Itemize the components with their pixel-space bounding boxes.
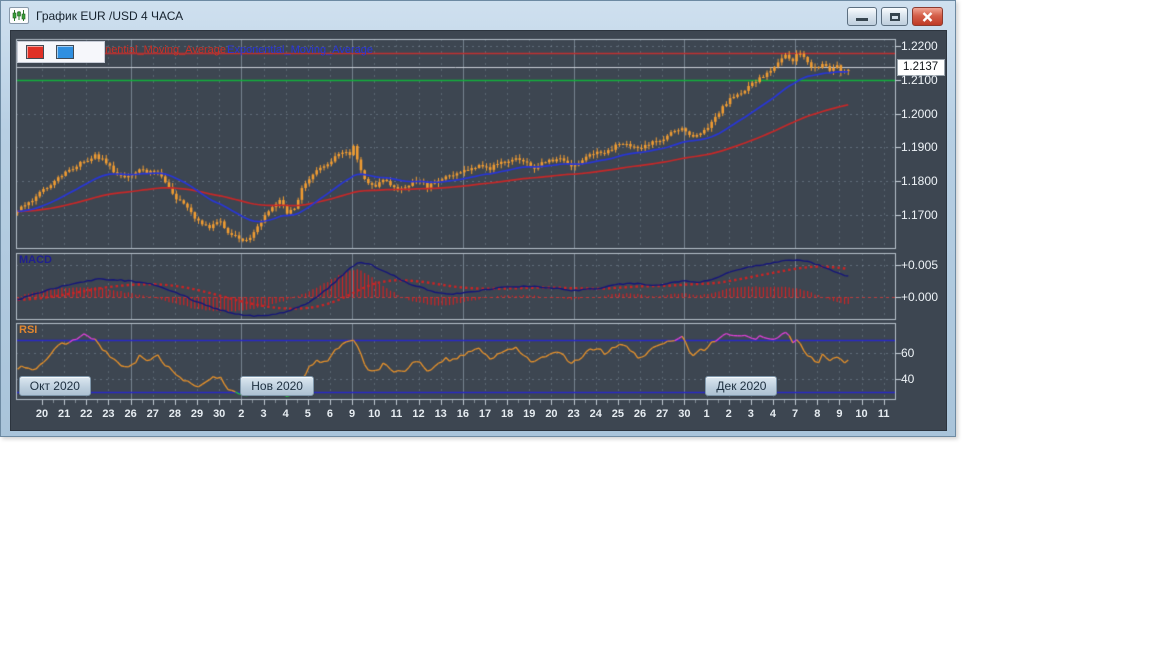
window-controls [847,7,943,26]
close-button[interactable] [912,7,943,26]
ema-blue-chip-button[interactable] [56,45,74,59]
ema-red-chip-button[interactable] [26,45,44,59]
close-icon [922,11,933,22]
indicator-legend-chips [17,41,105,63]
chart-window: График EUR /USD 4 ЧАСА Exponential_Movin… [0,0,956,437]
chart-canvas[interactable] [11,31,946,430]
minimize-button[interactable] [847,7,877,26]
chart-client-area: Exponential_Moving_Average Exponential_M… [10,30,947,431]
candlestick-chart-icon [9,7,29,24]
minimize-icon [856,18,868,21]
window-titlebar[interactable]: График EUR /USD 4 ЧАСА [1,1,955,30]
window-title: График EUR /USD 4 ЧАСА [36,8,184,23]
maximize-icon [889,12,900,21]
maximize-button[interactable] [881,7,908,26]
